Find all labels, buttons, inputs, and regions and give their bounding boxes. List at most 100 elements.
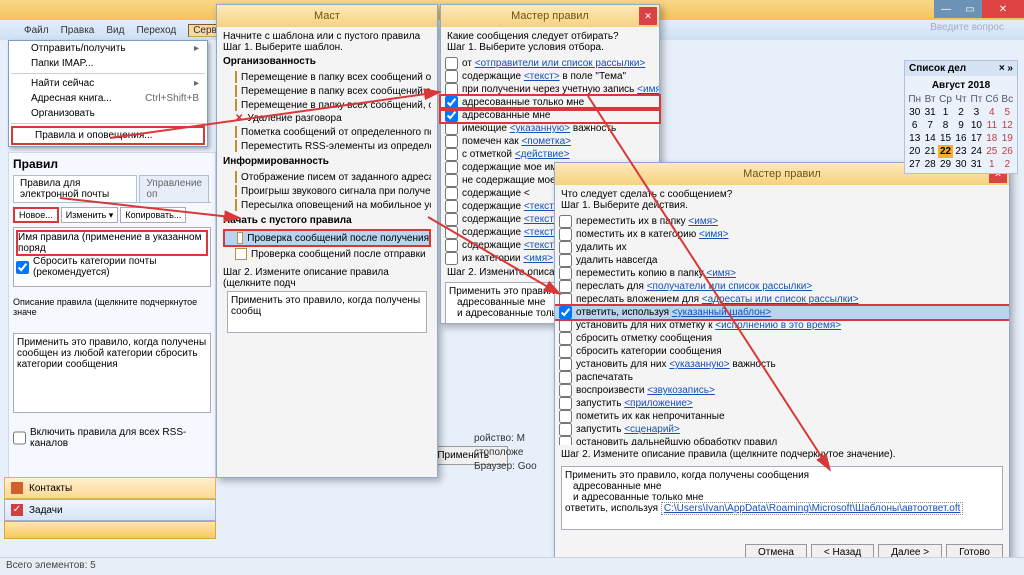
action-row[interactable]: запустить <сценарий> [555,423,1009,436]
tmpl-item[interactable]: Пересылка оповещений на мобильное устро [223,198,431,212]
action-row[interactable]: переместить копию в папку <имя> [555,267,1009,280]
tmpl-item[interactable]: Перемещение в папку всех сообщений с о [223,84,431,98]
cond-chk[interactable] [445,148,458,161]
tmpl-check-after-send[interactable]: Проверка сообщений после отправки [223,247,431,261]
action-row[interactable]: остановить дальнейшую обработку правил [555,436,1009,445]
cond-chk[interactable] [445,252,458,265]
tab-email-rules[interactable]: Правила для электронной почты [13,175,137,202]
action-row[interactable]: запустить <приложение> [555,397,1009,410]
cond-chk[interactable] [445,213,458,226]
action-chk[interactable] [559,384,572,397]
ask-box[interactable]: Введите вопрос [930,22,1004,33]
calendar[interactable]: ПнВтСрЧтПтСбВс 303112345 6789101112 1314… [907,93,1015,171]
tmpl-item[interactable]: Переместить RSS-элементы из определенно [223,139,431,153]
action-chk[interactable] [559,267,572,280]
maximize-button[interactable]: ▭ [958,0,982,18]
cond-row[interactable]: имеющие <указанную> важность [441,122,659,135]
menu-go[interactable]: Переход [136,25,176,36]
cond-row[interactable]: с отметкой <действие> [441,148,659,161]
action-row[interactable]: воспроизвести <звукозапись> [555,384,1009,397]
tab-manage[interactable]: Управление оп [139,175,209,202]
mi-addressbook[interactable]: Адресная книга...Ctrl+Shift+B [9,91,207,106]
cond-chk[interactable] [445,135,458,148]
action-row[interactable]: удалить навсегда [555,254,1009,267]
action-row[interactable]: сбросить отметку сообщения [555,332,1009,345]
cond-chk[interactable] [445,161,458,174]
nav-tasks[interactable]: ✓Задачи [4,499,216,521]
action-chk[interactable] [559,410,572,423]
mi-find[interactable]: Найти сейчас▸ [9,76,207,91]
action-chk[interactable] [559,371,572,384]
action-chk[interactable] [559,280,572,293]
tmpl-item[interactable]: Проигрыш звукового сигнала при получении [223,184,431,198]
new-rule-button[interactable]: Новое... [13,207,59,223]
close-button[interactable]: ✕ [982,0,1024,18]
menu-file[interactable]: Файл [24,25,49,36]
action-chk[interactable] [559,254,572,267]
rss-chk[interactable] [13,427,26,449]
edit-rule-button[interactable]: Изменить ▾ [61,207,119,223]
action-row[interactable]: переслать для <получатели или список рас… [555,280,1009,293]
action-row[interactable]: сбросить категории сообщения [555,345,1009,358]
tmpl-item[interactable]: ✕Удаление разговора [223,112,431,125]
action-row[interactable]: ответить, используя <указанный шаблон> [555,306,1009,319]
menu-view[interactable]: Вид [106,25,124,36]
dlg2-close[interactable]: ✕ [639,7,657,25]
action-chk[interactable] [559,241,572,254]
action-chk[interactable] [559,293,572,306]
minimize-button[interactable]: — [934,0,958,18]
tmpl-item[interactable]: Пометка сообщений от определенного поль [223,125,431,139]
cond-row[interactable]: помечен как <пометка> [441,135,659,148]
action-row[interactable]: установить для них <указанную> важность [555,358,1009,371]
cond-chk[interactable] [445,226,458,239]
mi-organize[interactable]: Организовать [9,106,207,121]
mi-rules[interactable]: Правила и оповещения... [11,126,205,145]
tmpl-item[interactable]: Отображение писем от заданного адресата [223,170,431,184]
action-chk[interactable] [559,332,572,345]
action-chk[interactable] [559,306,572,319]
cond-chk[interactable] [445,174,458,187]
template-path-link[interactable]: C:\Users\Ivan\AppData\Roaming\Microsoft\… [661,502,964,515]
todo-close[interactable]: × » [999,63,1013,74]
action-row[interactable]: распечатать [555,371,1009,384]
tmpl-item[interactable]: Перемещение в папку всех сообщений, от [223,98,431,112]
tmpl-item[interactable]: Перемещение в папку всех сообщений от [223,70,431,84]
cond-chk[interactable] [445,57,458,70]
action-chk[interactable] [559,215,572,228]
action-row[interactable]: переместить их в папку <имя> [555,215,1009,228]
action-row[interactable]: поместить их в категорию <имя> [555,228,1009,241]
cond-row[interactable]: при получении через учетную запись <имя> [441,83,659,96]
action-chk[interactable] [559,423,572,436]
action-row[interactable]: удалить их [555,241,1009,254]
cond-chk[interactable] [445,122,458,135]
tmpl-check-after-receive[interactable]: Проверка сообщений после получения [223,229,431,247]
cond-chk[interactable] [445,187,458,200]
action-chk[interactable] [559,345,572,358]
rule-enable-chk[interactable] [16,261,29,274]
rule-row[interactable]: Сбросить категории почты (рекомендуется) [16,256,208,278]
action-chk[interactable] [559,436,572,445]
cond-row[interactable]: адресованные мне [441,109,659,122]
cond-chk[interactable] [445,70,458,83]
cond-chk[interactable] [445,109,458,122]
action-chk[interactable] [559,358,572,371]
cond-chk[interactable] [445,96,458,109]
action-chk[interactable] [559,397,572,410]
action-chk[interactable] [559,228,572,241]
action-row[interactable]: установить для них отметку к <исполнению… [555,319,1009,332]
cond-chk[interactable] [445,239,458,252]
action-chk[interactable] [559,319,572,332]
menu-edit[interactable]: Правка [61,25,95,36]
cond-chk[interactable] [445,200,458,213]
cond-chk[interactable] [445,83,458,96]
mi-send-receive[interactable]: Отправить/получить▸ [9,41,207,56]
cond-row[interactable]: содержащие <текст> в поле "Тема" [441,70,659,83]
nav-strip[interactable] [4,521,216,539]
cond-row[interactable]: от <отправители или список рассылки> [441,57,659,70]
action-row[interactable]: переслать вложением для <адресаты или сп… [555,293,1009,306]
nav-contacts[interactable]: Контакты [4,477,216,499]
cond-row[interactable]: адресованные только мне [441,96,659,109]
copy-rule-button[interactable]: Копировать... [120,207,186,223]
mi-imap[interactable]: Папки IMAP... [9,56,207,71]
action-row[interactable]: пометить их как непрочитанные [555,410,1009,423]
